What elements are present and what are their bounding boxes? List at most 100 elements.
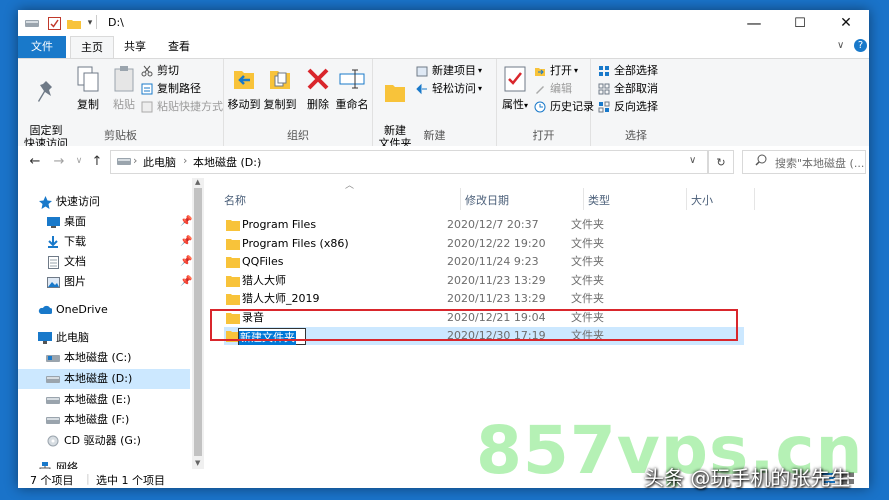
- file-name: QQFiles: [242, 255, 284, 268]
- folder-icon: [226, 239, 240, 250]
- pin-icon: [30, 76, 62, 108]
- nav-desktop-label: 桌面: [64, 215, 86, 228]
- address-dropdown-icon[interactable]: ∨: [689, 155, 696, 166]
- edit-label: 编辑: [550, 82, 572, 95]
- select-all-button[interactable]: 全部选择: [597, 62, 658, 79]
- pinned-icon: 📌: [180, 216, 193, 227]
- nav-pane-scrollbar[interactable]: ▲ ▼: [192, 178, 204, 469]
- address-bar[interactable]: › 此电脑 › 本地磁盘 (D:) › ∨: [110, 150, 708, 174]
- table-row[interactable]: QQFiles 2020/11/24 9:23 文件夹: [224, 253, 744, 271]
- up-arrow-icon[interactable]: ↑: [88, 152, 106, 170]
- select-none-button[interactable]: 全部取消: [597, 80, 658, 97]
- new-group: 新建 文件夹 新建项目 ▾ 轻松访问 ▾ 新建: [373, 59, 497, 150]
- pinned-icon: 📌: [180, 236, 193, 247]
- nav-documents[interactable]: 文档 📌: [18, 252, 192, 272]
- easy-access-dropdown-icon: ▾: [478, 84, 483, 93]
- ribbon-expand-icon[interactable]: ∨: [837, 40, 844, 51]
- copy-button[interactable]: 复制: [70, 63, 106, 111]
- column-header-date[interactable]: 修改日期: [465, 192, 509, 208]
- nav-quick-access[interactable]: 快速访问: [18, 192, 190, 212]
- paste-icon: [108, 63, 140, 95]
- breadcrumb-this-pc[interactable]: 此电脑: [143, 154, 176, 170]
- status-selected-count: 选中 1 个项目: [96, 474, 165, 487]
- nav-drive-e[interactable]: 本地磁盘 (E:): [18, 390, 190, 410]
- status-divider: |: [86, 472, 90, 485]
- column-header-size[interactable]: 大小: [691, 192, 713, 208]
- table-row[interactable]: Program Files (x86) 2020/12/22 19:20 文件夹: [224, 235, 744, 253]
- table-row[interactable]: 猎人大师_2019 2020/11/23 13:29 文件夹: [224, 290, 744, 308]
- nav-onedrive-label: OneDrive: [56, 303, 108, 316]
- history-button[interactable]: 历史记录: [533, 98, 594, 115]
- nav-pane-scroll-thumb[interactable]: [194, 188, 202, 456]
- column-divider[interactable]: [686, 188, 687, 210]
- nav-drive-d-label: 本地磁盘 (D:): [64, 372, 133, 385]
- close-button[interactable]: ✕: [823, 10, 869, 36]
- tab-share[interactable]: 共享: [114, 36, 156, 58]
- column-divider[interactable]: [754, 188, 755, 210]
- properties-button[interactable]: 属性▾: [499, 63, 531, 112]
- scroll-down-icon[interactable]: ▼: [195, 459, 200, 467]
- nav-drive-c-label: 本地磁盘 (C:): [64, 351, 132, 364]
- paste-label: 粘贴: [113, 98, 135, 111]
- nav-onedrive[interactable]: OneDrive: [18, 300, 190, 320]
- paste-button[interactable]: 粘贴: [106, 63, 142, 111]
- open-label: 打开: [550, 64, 572, 77]
- new-item-label: 新建项目: [432, 64, 476, 77]
- nav-desktop[interactable]: 桌面 📌: [18, 212, 193, 232]
- nav-drive-d[interactable]: 本地磁盘 (D:): [18, 369, 190, 389]
- open-button[interactable]: 打开 ▾: [533, 62, 578, 79]
- breadcrumb-local-disk-d[interactable]: 本地磁盘 (D:): [193, 154, 261, 170]
- nav-quick-access-label: 快速访问: [56, 195, 100, 208]
- nav-pictures[interactable]: 图片 📌: [18, 272, 193, 292]
- clipboard-group-label: 剪贴板: [104, 129, 137, 142]
- move-to-button[interactable]: 移动到: [226, 63, 262, 111]
- scroll-up-icon[interactable]: ▲: [195, 178, 200, 186]
- nav-cd-drive-g[interactable]: CD 驱动器 (G:): [18, 431, 190, 451]
- help-icon[interactable]: ?: [854, 39, 867, 52]
- tab-view[interactable]: 查看: [158, 36, 200, 58]
- column-header-name[interactable]: 名称: [224, 192, 246, 208]
- column-divider[interactable]: [460, 188, 461, 210]
- pinned-icon: 📌: [180, 276, 193, 287]
- nav-downloads[interactable]: 下载 📌: [18, 232, 193, 252]
- tab-home[interactable]: 主页: [70, 36, 114, 59]
- column-header-type[interactable]: 类型: [588, 192, 610, 208]
- minimize-button[interactable]: —: [731, 10, 777, 36]
- address-drive-icon: [117, 156, 131, 169]
- edit-button[interactable]: 编辑: [533, 80, 572, 97]
- copy-to-button[interactable]: 复制到: [262, 63, 298, 111]
- easy-access-button[interactable]: 轻松访问 ▾: [415, 80, 482, 97]
- paste-shortcut-button[interactable]: 粘贴快捷方式: [140, 98, 223, 115]
- drive-icon[interactable]: [24, 15, 40, 31]
- nav-drive-c[interactable]: 本地磁盘 (C:): [18, 348, 190, 368]
- search-box[interactable]: 搜索"本地磁盘 (...: [742, 150, 866, 174]
- drive-icon: [46, 413, 60, 427]
- copy-icon: [72, 63, 104, 95]
- nav-drive-f[interactable]: 本地磁盘 (F:): [18, 410, 190, 430]
- quick-access-dropdown-icon[interactable]: ▾: [84, 15, 96, 31]
- properties-icon: [499, 63, 531, 95]
- nav-drive-e-label: 本地磁盘 (E:): [64, 393, 131, 406]
- recent-locations-chevron-icon[interactable]: ∨: [70, 152, 88, 170]
- forward-arrow-icon[interactable]: →: [50, 152, 68, 170]
- table-row[interactable]: 猎人大师 2020/11/23 13:29 文件夹: [224, 272, 744, 290]
- open-dropdown-icon: ▾: [574, 66, 579, 75]
- nav-network[interactable]: 网络: [18, 458, 190, 469]
- rename-button[interactable]: 重命名: [334, 63, 370, 111]
- maximize-button[interactable]: ☐: [777, 10, 823, 36]
- open-group: 属性▾ 打开 ▾ 编辑 历史记录 打开: [497, 59, 594, 146]
- delete-button[interactable]: 删除: [302, 63, 334, 111]
- sort-ascending-icon: ︿: [345, 181, 355, 191]
- nav-this-pc[interactable]: 此电脑: [18, 328, 190, 348]
- column-divider[interactable]: [583, 188, 584, 210]
- copy-path-button[interactable]: 复制路径: [140, 80, 201, 97]
- refresh-button[interactable]: ↻: [708, 150, 734, 174]
- properties-quick-icon[interactable]: [46, 15, 62, 31]
- new-item-button[interactable]: 新建项目 ▾: [415, 62, 482, 79]
- new-folder-quick-icon[interactable]: [66, 15, 82, 31]
- table-row[interactable]: Program Files 2020/12/7 20:37 文件夹: [224, 216, 744, 234]
- back-arrow-icon[interactable]: ←: [26, 152, 44, 170]
- cut-button[interactable]: 剪切: [140, 62, 179, 79]
- invert-selection-button[interactable]: 反向选择: [597, 98, 658, 115]
- tab-file[interactable]: 文件: [18, 36, 66, 58]
